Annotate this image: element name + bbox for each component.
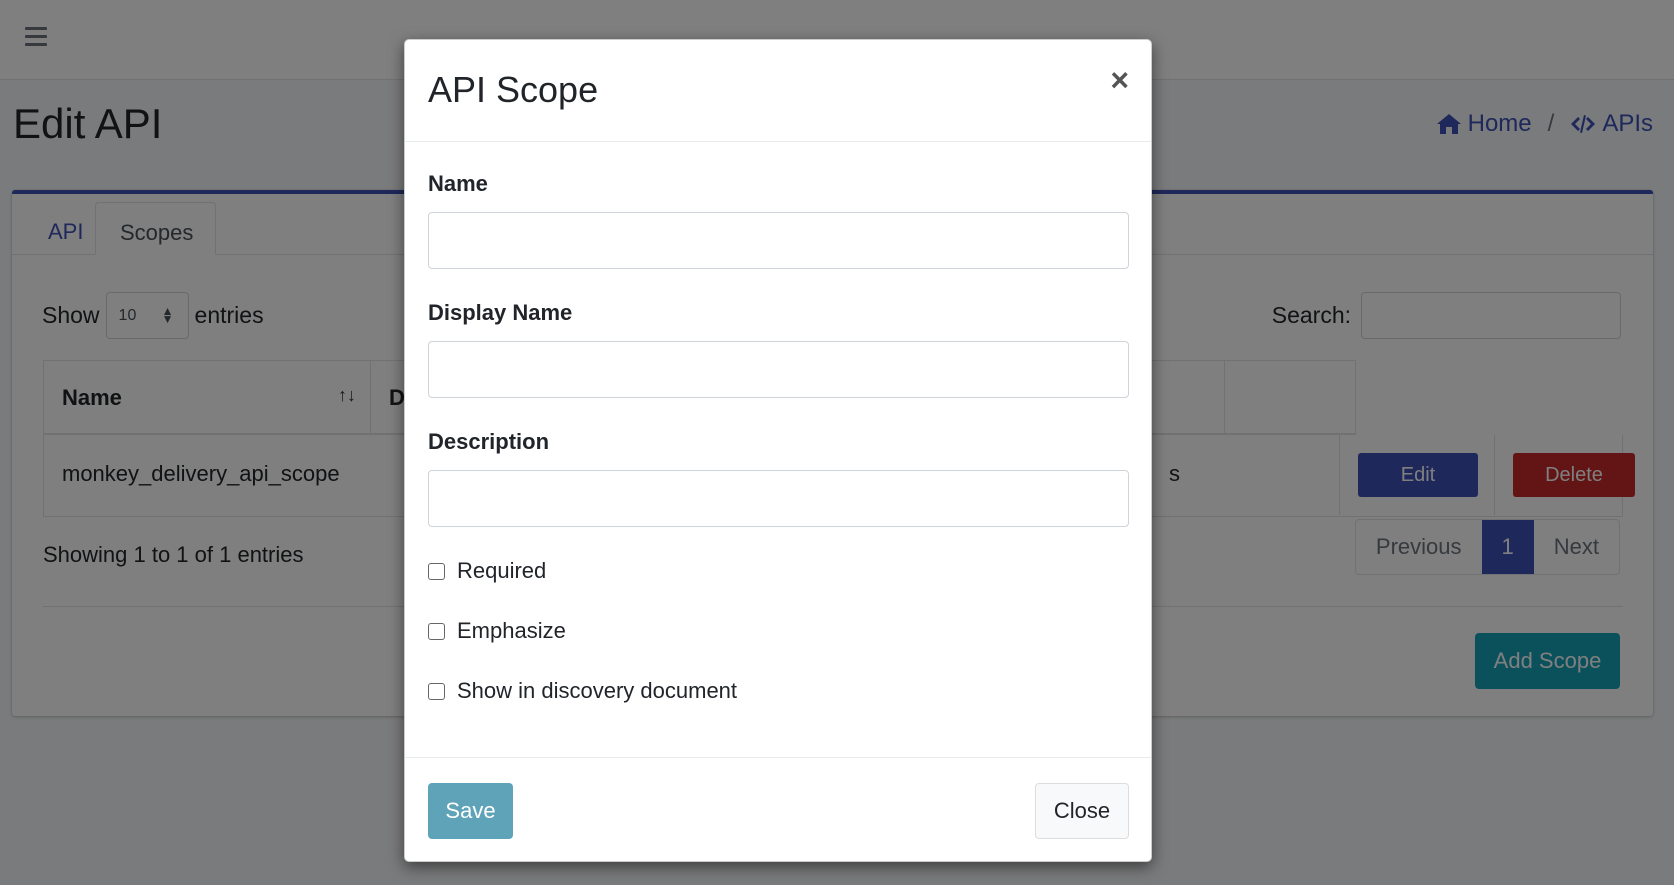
save-button[interactable]: Save xyxy=(428,783,513,839)
close-button[interactable]: Close xyxy=(1035,783,1129,839)
required-label: Required xyxy=(457,558,547,583)
close-icon[interactable]: × xyxy=(1110,64,1129,96)
description-label: Description xyxy=(428,429,550,454)
emphasize-checkbox-row[interactable]: Emphasize xyxy=(428,618,566,644)
name-label: Name xyxy=(428,171,488,196)
emphasize-checkbox[interactable] xyxy=(428,622,445,640)
required-checkbox-row[interactable]: Required xyxy=(428,558,546,584)
api-scope-modal: API Scope × Name Display Name Descriptio… xyxy=(404,39,1152,862)
description-input[interactable] xyxy=(428,470,1129,527)
modal-footer: Save Close xyxy=(405,757,1151,862)
discovery-checkbox[interactable] xyxy=(428,682,445,700)
discovery-label: Show in discovery document xyxy=(457,678,738,703)
display-name-input[interactable] xyxy=(428,341,1129,398)
name-input[interactable] xyxy=(428,212,1129,269)
emphasize-label: Emphasize xyxy=(457,618,566,643)
display-name-label: Display Name xyxy=(428,300,573,325)
modal-header: API Scope × xyxy=(405,40,1151,142)
modal-title: API Scope xyxy=(428,69,599,110)
discovery-checkbox-row[interactable]: Show in discovery document xyxy=(428,678,737,704)
required-checkbox[interactable] xyxy=(428,562,445,580)
